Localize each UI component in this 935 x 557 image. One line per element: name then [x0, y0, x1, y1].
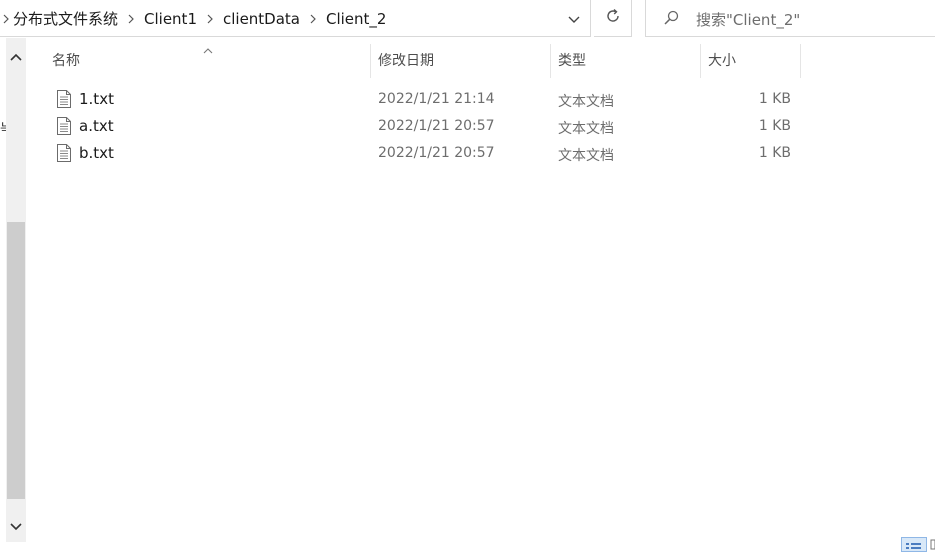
file-modified-date: 2022/1/21 20:57: [378, 118, 495, 134]
file-modified-date: 2022/1/21 20:57: [378, 145, 495, 161]
file-row[interactable]: 1.txt 2022/1/21 21:14 文本文档 1 KB: [48, 86, 800, 112]
column-header-name-label: 名称: [52, 53, 80, 69]
column-header-type[interactable]: 类型: [558, 42, 700, 78]
large-icons-view-button[interactable]: [930, 537, 935, 552]
file-name: b.txt: [79, 144, 114, 162]
file-size: 1 KB: [758, 91, 791, 107]
file-modified-date: 2022/1/21 21:14: [378, 91, 495, 107]
chevron-down-icon: [10, 516, 22, 535]
column-divider[interactable]: [800, 44, 801, 78]
chevron-right-icon[interactable]: [1, 10, 11, 28]
column-header-size[interactable]: 大小: [708, 42, 800, 78]
breadcrumb[interactable]: 分布式文件系统 Client1 clientData Client_2: [0, 0, 591, 37]
column-divider[interactable]: [700, 44, 701, 78]
search-input[interactable]: 搜索"Client_2": [645, 0, 935, 37]
chevron-down-icon: [568, 9, 580, 28]
file-name: 1.txt: [79, 90, 114, 108]
refresh-icon: [605, 8, 621, 28]
breadcrumb-item-root[interactable]: 分布式文件系统: [11, 8, 120, 29]
column-header-name[interactable]: 名称: [52, 42, 370, 78]
column-header-modified-label: 修改日期: [378, 53, 434, 69]
column-header-size-label: 大小: [708, 53, 736, 69]
search-icon: [663, 10, 679, 30]
chevron-right-icon[interactable]: [120, 10, 142, 28]
text-file-icon: [56, 89, 72, 113]
breadcrumb-item-client1[interactable]: Client1: [142, 10, 199, 28]
breadcrumb-item-clientdata[interactable]: clientData: [221, 10, 302, 28]
scroll-down-button[interactable]: [6, 508, 26, 542]
file-row[interactable]: a.txt 2022/1/21 20:57 文本文档 1 KB: [48, 113, 800, 139]
file-name: a.txt: [79, 117, 114, 135]
address-bar: 分布式文件系统 Client1 clientData Client_2 搜索"C…: [0, 0, 935, 38]
text-file-icon: [56, 143, 72, 167]
column-header-modified[interactable]: 修改日期: [378, 42, 550, 78]
file-type: 文本文档: [558, 121, 614, 137]
breadcrumb-item-client2[interactable]: Client_2: [324, 10, 388, 28]
address-history-button[interactable]: [559, 0, 589, 37]
details-view-icon: [902, 538, 926, 557]
details-view-button[interactable]: [901, 537, 927, 552]
refresh-button[interactable]: [594, 0, 632, 37]
large-icons-view-icon: [930, 537, 935, 556]
column-header-type-label: 类型: [558, 53, 586, 69]
chevron-right-icon[interactable]: [199, 10, 221, 28]
chevron-right-icon[interactable]: [302, 10, 324, 28]
column-divider[interactable]: [370, 44, 371, 78]
file-row[interactable]: b.txt 2022/1/21 20:57 文本文档 1 KB: [48, 140, 800, 166]
scrollbar-thumb[interactable]: [7, 222, 25, 499]
file-type: 文本文档: [558, 94, 614, 110]
file-type: 文本文档: [558, 148, 614, 164]
chevron-up-icon: [10, 46, 22, 65]
scroll-up-button[interactable]: [6, 38, 26, 72]
file-size: 1 KB: [758, 118, 791, 134]
file-size: 1 KB: [758, 145, 791, 161]
search-placeholder: 搜索"Client_2": [696, 11, 801, 29]
text-file-icon: [56, 116, 72, 140]
vertical-scrollbar[interactable]: [6, 38, 26, 542]
column-divider[interactable]: [550, 44, 551, 78]
